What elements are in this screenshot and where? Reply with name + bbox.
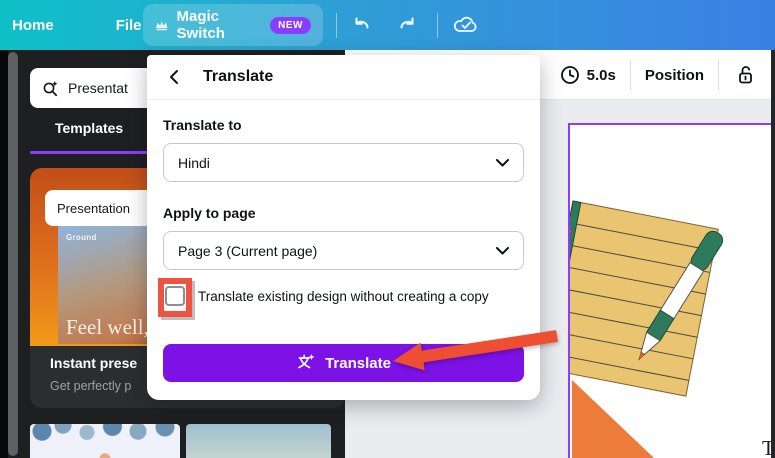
- position-button[interactable]: Position: [645, 67, 704, 84]
- panel-title: Translate: [203, 68, 274, 85]
- language-value: Hindi: [178, 154, 210, 171]
- menu-home[interactable]: Home: [0, 17, 68, 34]
- photo-caption-text: Feel well,: [66, 315, 149, 339]
- template-card-subtitle: Get perfectly p: [50, 379, 132, 393]
- template-card-title: Instant prese: [50, 355, 138, 371]
- orange-triangle-shape: [572, 380, 654, 458]
- timer-value: 5.0s: [586, 66, 616, 84]
- apply-to-page-label: Apply to page: [163, 205, 256, 221]
- magic-switch-button[interactable]: Magic Switch NEW: [143, 4, 323, 46]
- topbar-divider: [336, 13, 337, 38]
- magic-switch-label: Magic Switch: [176, 8, 225, 42]
- topbar-divider: [437, 13, 438, 38]
- translate-to-label: Translate to: [163, 117, 242, 133]
- checkbox-label: Translate existing design without creati…: [198, 288, 489, 304]
- chevron-left-icon: [170, 70, 178, 84]
- translate-icon: [298, 354, 315, 372]
- page-select-value: Page 3 (Current page): [178, 242, 318, 259]
- position-label: Position: [644, 66, 704, 84]
- page-select[interactable]: Page 3 (Current page): [163, 231, 524, 270]
- translate-panel: Translate Translate to Hindi Apply to pa…: [147, 55, 540, 400]
- chevron-down-icon: [496, 158, 509, 166]
- main-menu-bar: Home File Magic Switch NEW: [0, 0, 775, 50]
- crown-icon: [156, 20, 168, 30]
- tab-templates[interactable]: Templates: [55, 120, 123, 136]
- clock-icon: [560, 66, 579, 84]
- search-value: Presentat: [68, 80, 128, 96]
- chevron-down-icon: [496, 246, 509, 254]
- photo-brand-text: Ground: [66, 233, 97, 242]
- unlock-icon: [739, 66, 752, 84]
- template-thumbnail-landscape[interactable]: [186, 424, 331, 458]
- language-select[interactable]: Hindi: [163, 143, 524, 182]
- sidebar-scrollbar[interactable]: [8, 52, 18, 456]
- copy-option-row: Translate existing design without creati…: [165, 286, 489, 306]
- undo-icon[interactable]: [350, 13, 374, 37]
- translate-submit-label: Translate: [325, 354, 391, 372]
- timer-button[interactable]: 5.0s: [560, 65, 616, 85]
- toolbar-divider: [718, 60, 719, 90]
- new-badge: NEW: [270, 16, 311, 34]
- template-thumbnail-floral[interactable]: [30, 424, 180, 458]
- redo-icon[interactable]: [395, 13, 419, 37]
- annotation-highlight-box: [158, 278, 192, 317]
- cloud-saved-icon[interactable]: [452, 13, 480, 37]
- toolbar-divider: [629, 60, 631, 90]
- back-button[interactable]: [163, 65, 187, 89]
- translate-submit-button[interactable]: Translate: [163, 344, 524, 382]
- page-text-fragment: T: [762, 436, 771, 458]
- lock-button[interactable]: [733, 63, 757, 87]
- translate-panel-header: Translate: [147, 55, 540, 100]
- app-window: T f w l m 5.0s Position: [0, 0, 775, 458]
- window-right-border: [771, 50, 775, 458]
- magic-search-icon: [43, 80, 58, 96]
- sidebar-edge: [0, 50, 8, 458]
